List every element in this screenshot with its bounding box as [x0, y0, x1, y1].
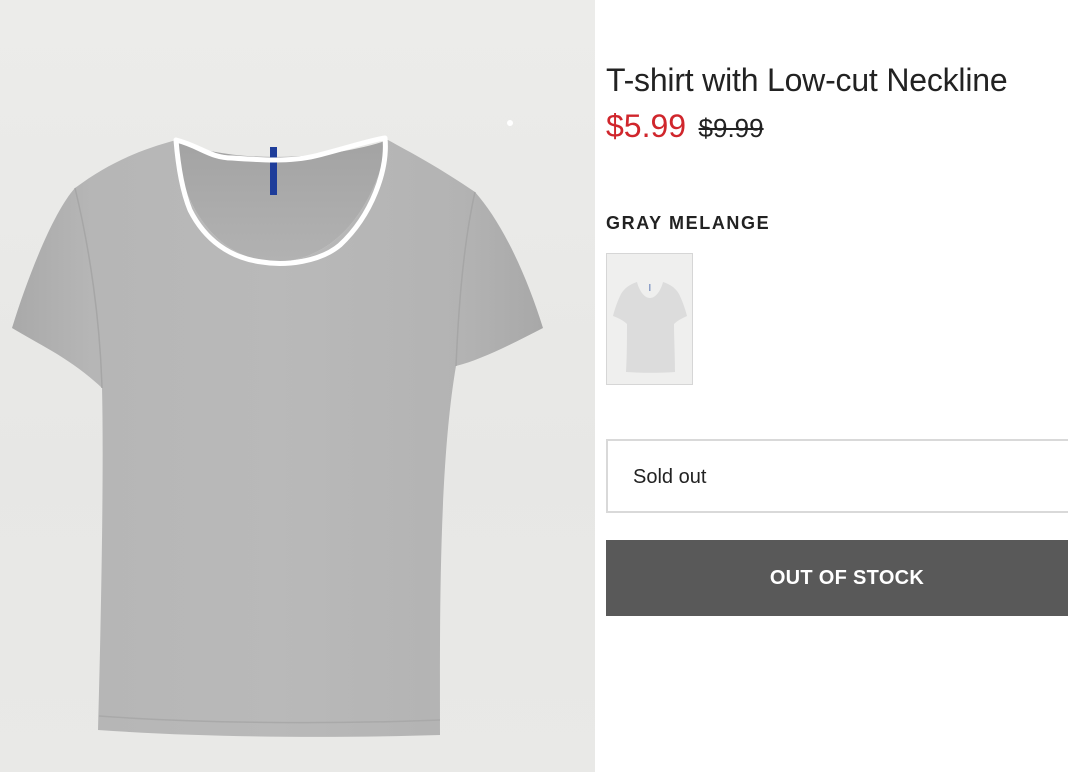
size-select-value: Sold out — [633, 466, 707, 488]
sale-price: $5.99 — [606, 108, 687, 144]
price-row: $5.99 $9.99 — [606, 108, 764, 145]
size-select[interactable]: Sold out — [606, 439, 1068, 513]
neck-tag — [270, 147, 277, 195]
product-page: T-shirt with Low-cut Neckline $5.99 $9.9… — [0, 0, 1068, 772]
color-swatch-gray-melange[interactable] — [606, 253, 693, 385]
tshirt-photo — [12, 120, 543, 737]
color-name: GRAY MELANGE — [606, 213, 771, 233]
out-of-stock-button[interactable]: OUT OF STOCK — [606, 540, 1068, 616]
product-title: T-shirt with Low-cut Neckline — [606, 62, 1008, 98]
product-image — [0, 0, 595, 772]
white-dot — [507, 120, 513, 126]
swatch-tshirt-thumbnail — [607, 254, 692, 384]
original-price: $9.99 — [698, 113, 764, 143]
product-details: T-shirt with Low-cut Neckline $5.99 $9.9… — [606, 0, 1068, 772]
